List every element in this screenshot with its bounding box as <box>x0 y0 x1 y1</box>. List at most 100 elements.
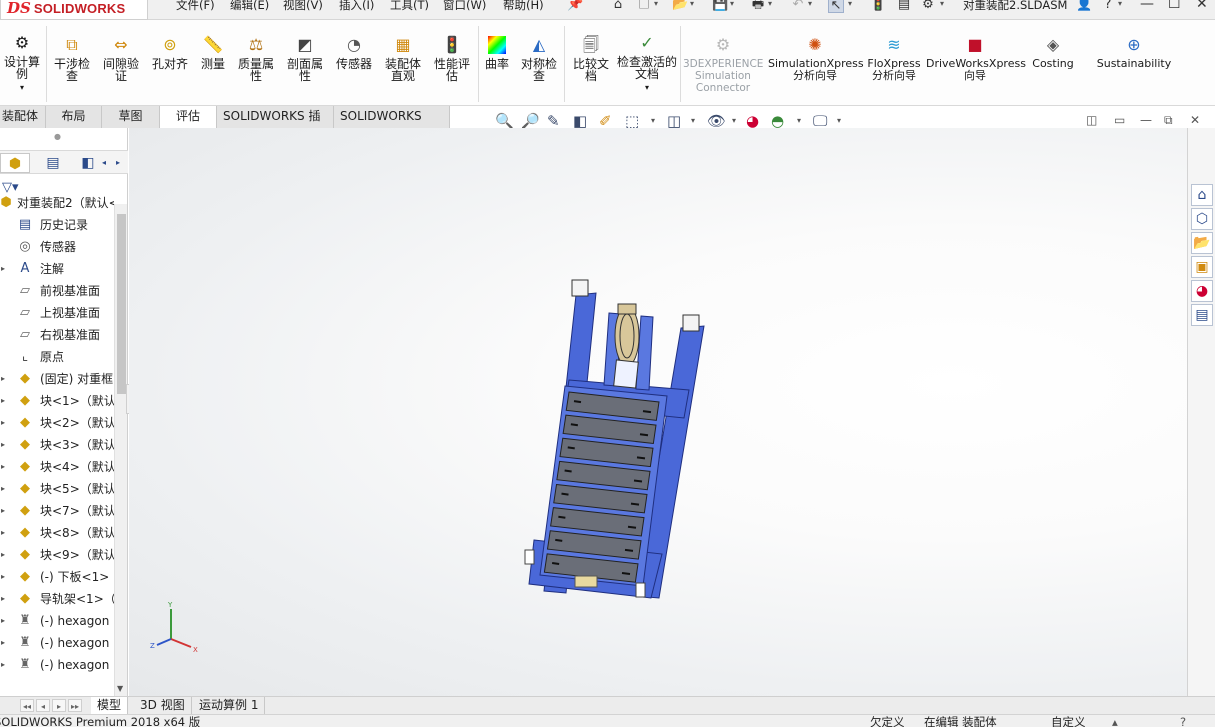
tab-3d-views[interactable]: 3D 视图 <box>134 697 192 715</box>
check-active-document-button[interactable]: ✓ 检查激活的文档 ▾ <box>617 34 677 94</box>
tree-item[interactable]: ▱ 前视基准面 <box>0 280 114 302</box>
menu-help[interactable]: 帮助(H) <box>503 0 544 13</box>
first-tab-arrow-icon[interactable]: ◂◂ <box>20 699 34 712</box>
undo-dropdown-icon[interactable]: ▾ <box>808 0 812 8</box>
menu-view[interactable]: 视图(V) <box>283 0 323 13</box>
view-palette-icon[interactable]: ▣ <box>1191 256 1213 278</box>
viewport-minimize-icon[interactable]: ▭ <box>1114 113 1125 127</box>
tree-item[interactable]: ▸ ◆ 块<1>（默认 <box>0 390 114 412</box>
select-icon[interactable]: ↖ <box>828 0 844 13</box>
tab-evaluate[interactable]: 评估 <box>160 106 217 128</box>
check-active-dropdown-icon[interactable]: ▾ <box>617 82 677 94</box>
design-study-dropdown-icon[interactable]: ▾ <box>0 82 44 94</box>
open-dropdown-icon[interactable]: ▾ <box>690 0 694 8</box>
tree-item[interactable]: ▸ ◆ 块<3>（默认 <box>0 434 114 456</box>
minimize-icon[interactable]: — <box>1140 0 1154 12</box>
help-dropdown-icon[interactable]: ▾ <box>1118 0 1122 8</box>
menu-edit[interactable]: 编辑(E) <box>230 0 269 13</box>
tree-scrollbar-thumb[interactable] <box>117 214 126 394</box>
tree-item[interactable]: ▸ ♜ (-) hexagon <box>0 610 114 632</box>
tabs-scroll-right-icon[interactable]: ▸ <box>112 153 124 173</box>
open-icon[interactable]: 📂 <box>672 0 688 13</box>
compare-documents-button[interactable]: 🗐 比较文档 <box>568 36 614 83</box>
new-document-icon[interactable]: 🗋 <box>636 0 652 13</box>
pin-icon[interactable]: 📌 <box>567 0 583 13</box>
driveworksxpress-button[interactable]: ■ DriveWorksXpress 向导 <box>926 36 1026 82</box>
help-icon[interactable]: ? <box>1100 0 1116 13</box>
expand-arrow-icon[interactable]: ▸ <box>1 610 5 632</box>
view-settings-dropdown-icon[interactable]: ▾ <box>837 116 841 125</box>
expand-arrow-icon[interactable]: ▸ <box>1 588 5 610</box>
options-gear-icon[interactable]: ⚙ <box>920 0 936 13</box>
save-dropdown-icon[interactable]: ▾ <box>730 0 734 8</box>
interference-check-button[interactable]: ⧉ 干涉检查 <box>50 36 94 83</box>
next-tab-arrow-icon[interactable]: ▸ <box>52 699 66 712</box>
scroll-down-arrow-icon[interactable]: ▼ <box>117 684 123 693</box>
prev-tab-arrow-icon[interactable]: ◂ <box>36 699 50 712</box>
measure-button[interactable]: 📏 测量 <box>195 36 231 71</box>
save-icon[interactable]: 💾 <box>712 0 728 13</box>
tree-item[interactable]: ▸ ◆ (-) 下板<1> <box>0 566 114 588</box>
expand-arrow-icon[interactable]: ▸ <box>1 654 5 676</box>
tree-item[interactable]: ▸ A 注解 <box>0 258 114 280</box>
tree-item[interactable]: ◎ 传感器 <box>0 236 114 258</box>
tree-item[interactable]: ⌞ 原点 <box>0 346 114 368</box>
section-properties-button[interactable]: ◩ 剖面属性 <box>282 36 328 83</box>
symmetry-check-button[interactable]: ◭ 对称检查 <box>517 36 561 83</box>
3dexperience-connector-button[interactable]: ⚙ 3DEXPERIENCE Simulation Connector <box>683 36 763 95</box>
file-properties-icon[interactable]: ▤ <box>896 0 912 13</box>
expand-arrow-icon[interactable]: ▸ <box>1 544 5 566</box>
assembly-visualization-button[interactable]: ▦ 装配体直观 <box>380 36 426 83</box>
expand-arrow-icon[interactable]: ▸ <box>1 368 5 390</box>
hide-show-dropdown-icon[interactable]: ▾ <box>732 116 736 125</box>
graphics-area[interactable]: Y X Z <box>129 128 1187 696</box>
tree-item[interactable]: ▸ ◆ 块<9>（默认 <box>0 544 114 566</box>
viewport-maximize-icon[interactable]: ⧉ <box>1164 113 1173 128</box>
pulley-assembly[interactable] <box>613 303 640 389</box>
expand-arrow-icon[interactable]: ▸ <box>1 412 5 434</box>
tabs-scroll-left-icon[interactable]: ◂ <box>98 153 110 173</box>
tree-item[interactable]: ▸ ◆ 块<4>（默认 <box>0 456 114 478</box>
floxpress-button[interactable]: ≋ FloXpress 分析向导 <box>866 36 922 82</box>
tree-root[interactable]: ⬢ 对重装配2（默认< <box>0 192 114 214</box>
status-help-icon[interactable]: ? <box>1180 715 1186 727</box>
view-orientation-dropdown-icon[interactable]: ▾ <box>651 116 655 125</box>
tree-item[interactable]: ▸ ♜ (-) hexagon <box>0 632 114 654</box>
maximize-icon[interactable]: ☐ <box>1168 0 1181 12</box>
tab-solidworks-addins[interactable]: SOLIDWORKS 插件 <box>217 106 334 144</box>
expand-arrow-icon[interactable]: ▸ <box>1 258 5 280</box>
rebuild-icon[interactable]: 🚦 <box>870 0 886 13</box>
print-icon[interactable]: 🖶 <box>750 0 766 13</box>
options-dropdown-icon[interactable]: ▾ <box>940 0 944 8</box>
expand-arrow-icon[interactable]: ▸ <box>1 390 5 412</box>
tab-solidworks-mbd[interactable]: SOLIDWORKS MBD <box>334 106 450 144</box>
tree-item[interactable]: ▸ ◆ (固定) 对重框 <box>0 368 114 390</box>
units-status-text[interactable]: 自定义 <box>1051 715 1086 727</box>
hole-alignment-button[interactable]: ⊚ 孔对齐 <box>148 36 192 71</box>
close-icon[interactable]: ✕ <box>1196 0 1208 12</box>
curvature-button[interactable]: 曲率 <box>481 36 513 70</box>
user-icon[interactable]: 👤 <box>1076 0 1092 13</box>
simulationxpress-button[interactable]: ✺ SimulationXpress 分析向导 <box>768 36 864 82</box>
panel-grip-icon[interactable]: ● <box>54 132 61 141</box>
tab-layout[interactable]: 布局 <box>46 106 102 128</box>
custom-properties-icon[interactable]: ▤ <box>1191 304 1213 326</box>
assembly-3d-model[interactable] <box>129 128 1187 696</box>
tree-item[interactable]: ▱ 右视基准面 <box>0 324 114 346</box>
menu-tools[interactable]: 工具(T) <box>390 0 429 13</box>
tree-item[interactable]: ▸ ◆ 块<5>（默认 <box>0 478 114 500</box>
tree-item[interactable]: ▸ ◆ 块<2>（默认 <box>0 412 114 434</box>
menu-file[interactable]: 文件(F) <box>176 0 215 13</box>
viewport-restore-icon[interactable]: ◫ <box>1086 113 1097 127</box>
tree-item[interactable]: ▸ ◆ 导轨架<1>（ <box>0 588 114 610</box>
expand-arrow-icon[interactable]: ▸ <box>1 566 5 588</box>
undo-icon[interactable]: ↶ <box>790 0 806 13</box>
tree-item[interactable]: ▸ ♜ (-) hexagon <box>0 654 114 676</box>
mass-properties-button[interactable]: ⚖ 质量属性 <box>233 36 279 83</box>
tab-assembly[interactable]: 装配体 <box>0 106 46 128</box>
print-dropdown-icon[interactable]: ▾ <box>768 0 772 8</box>
expand-arrow-icon[interactable]: ▸ <box>1 632 5 654</box>
appearances-scenes-icon[interactable]: ◕ <box>1191 280 1213 302</box>
property-manager-tab-icon[interactable]: ▤ <box>38 153 68 173</box>
last-tab-arrow-icon[interactable]: ▸▸ <box>68 699 82 712</box>
